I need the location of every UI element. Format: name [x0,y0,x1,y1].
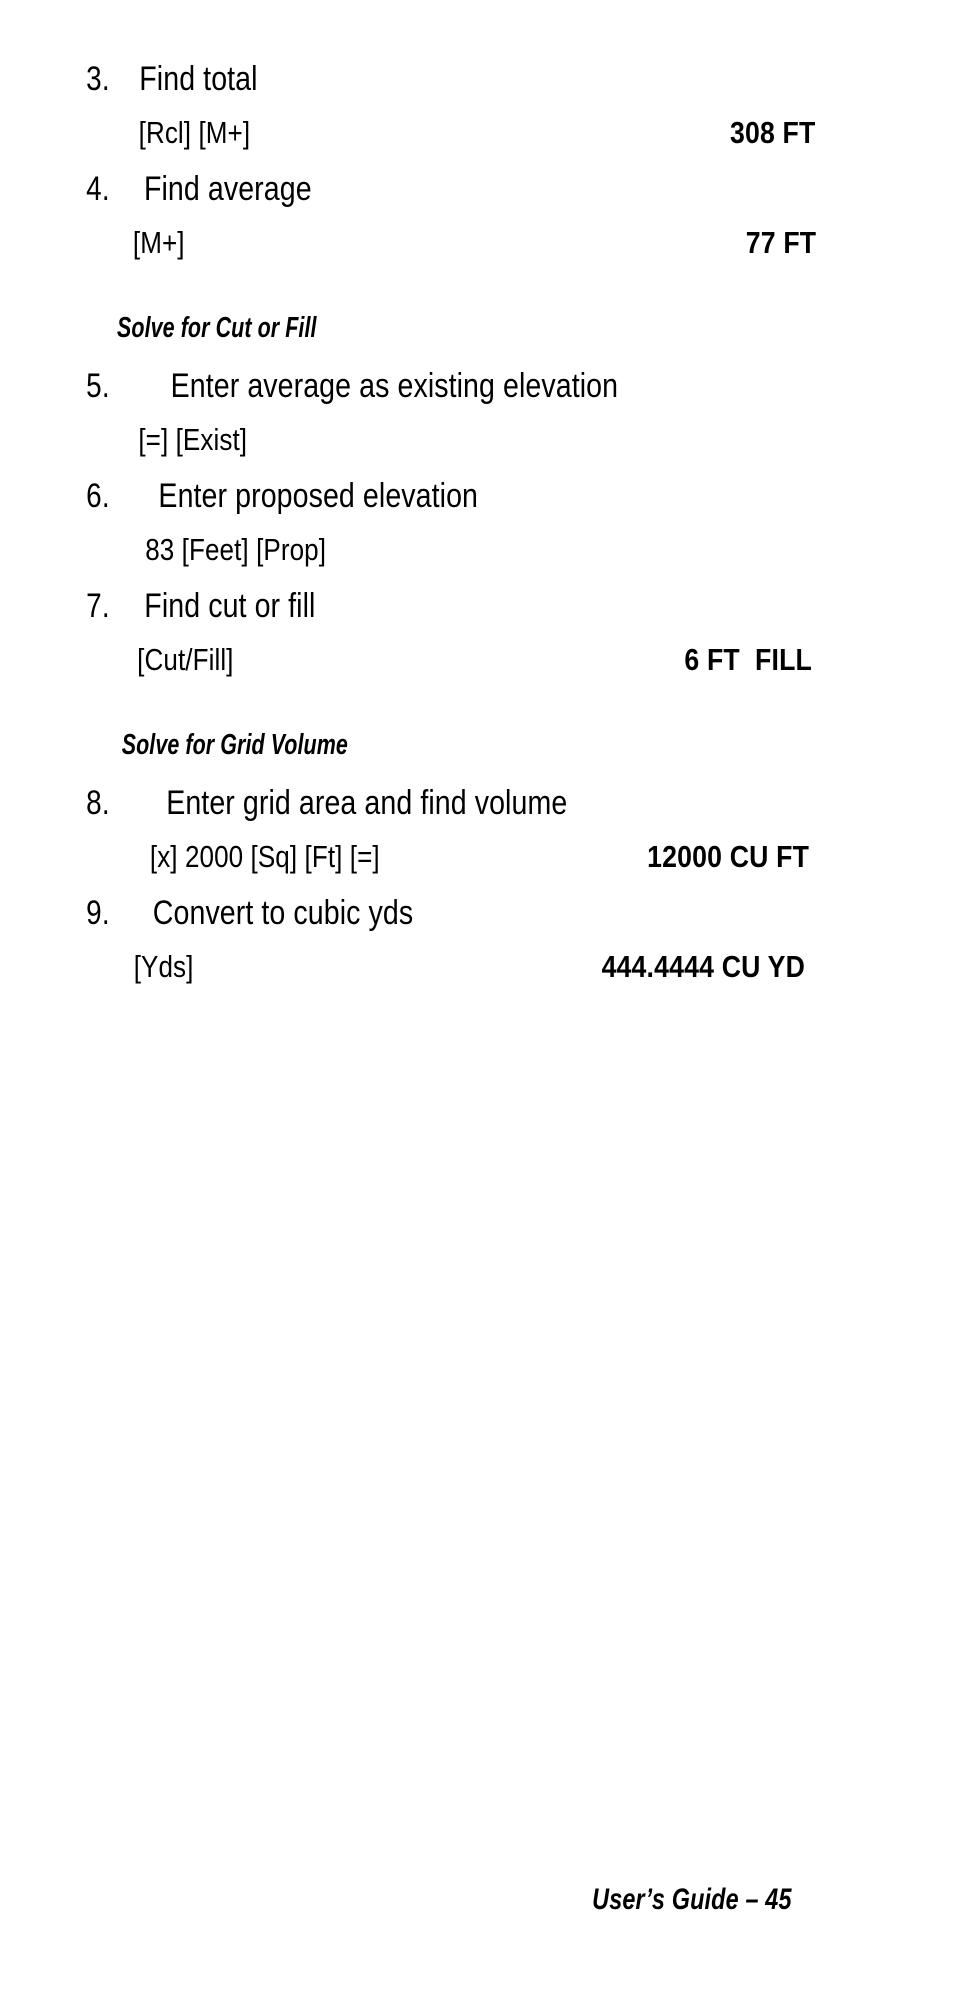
keystroke-sequence: [Cut/Fill] [137,642,234,677]
keystroke-sequence: [Yds] [133,949,194,984]
step-title-row: 3. Find total [82,60,822,115]
step-label: Find cut or fill [144,587,316,625]
keystroke-sequence: [=] [Exist] [138,422,248,457]
result-value: 308 FT [729,115,816,150]
result-value: 77 FT [745,225,817,260]
section-heading-grid-volume: Solve for Grid Volume [82,715,822,784]
step-label: Enter proposed elevation [158,477,479,515]
keystroke-row: [M+] 77 FT [82,225,822,280]
step-number: 8. [86,784,110,822]
document-page: 3. Find total [Rcl] [M+] 308 FT 4. Find … [0,0,954,2009]
step-title-row: 6. Enter proposed elevation [82,477,822,532]
step-title-row: 9. Convert to cubic yds [82,894,822,949]
keystroke-row: [x] 2000 [Sq] [Ft] [=] 12000 CU FT [82,839,822,894]
keystroke-sequence: 83 [Feet] [Prop] [145,532,327,567]
result-value: 444.4444 CU YD [601,949,806,984]
step-title-row: 5. Enter average as existing elevation [82,367,822,422]
step-label: Enter grid area and find volume [166,784,568,822]
keystroke-row: [Cut/Fill] 6 FT FILL [82,642,822,697]
section-heading-label: Solve for Grid Volume [121,729,348,761]
keystroke-row: [=] [Exist] [82,422,822,477]
step-number: 9. [86,894,110,932]
section-heading-cut-or-fill: Solve for Cut or Fill [82,298,822,367]
footer-label: User’s Guide – 45 [592,1883,792,1916]
section-heading-label: Solve for Cut or Fill [117,312,317,344]
step-label: Find total [139,60,258,98]
step-label: Enter average as existing elevation [170,367,619,405]
step-number: 6. [86,477,110,515]
step-number: 7. [86,587,110,625]
step-title-row: 8. Enter grid area and find volume [82,784,822,839]
result-value: 12000 CU FT [646,839,809,874]
step-number: 4. [86,170,110,208]
step-number: 5. [86,367,110,405]
keystroke-row: 83 [Feet] [Prop] [82,532,822,587]
step-label: Convert to cubic yds [152,894,414,932]
step-title-row: 4. Find average [82,170,822,225]
step-title-row: 7. Find cut or fill [82,587,822,642]
step-label: Find average [143,170,312,208]
keystroke-sequence: [Rcl] [M+] [138,115,251,150]
keystroke-row: [Rcl] [M+] 308 FT [82,115,822,170]
procedure-list: 3. Find total [Rcl] [M+] 308 FT 4. Find … [82,60,822,1004]
keystroke-row: [Yds] 444.4444 CU YD [82,949,822,1004]
keystroke-sequence: [x] 2000 [Sq] [Ft] [=] [149,839,380,874]
page-footer: User’s Guide – 45 [564,1883,820,1917]
keystroke-sequence: [M+] [132,225,185,260]
result-value: 6 FT FILL [684,642,812,677]
step-number: 3. [86,60,110,98]
